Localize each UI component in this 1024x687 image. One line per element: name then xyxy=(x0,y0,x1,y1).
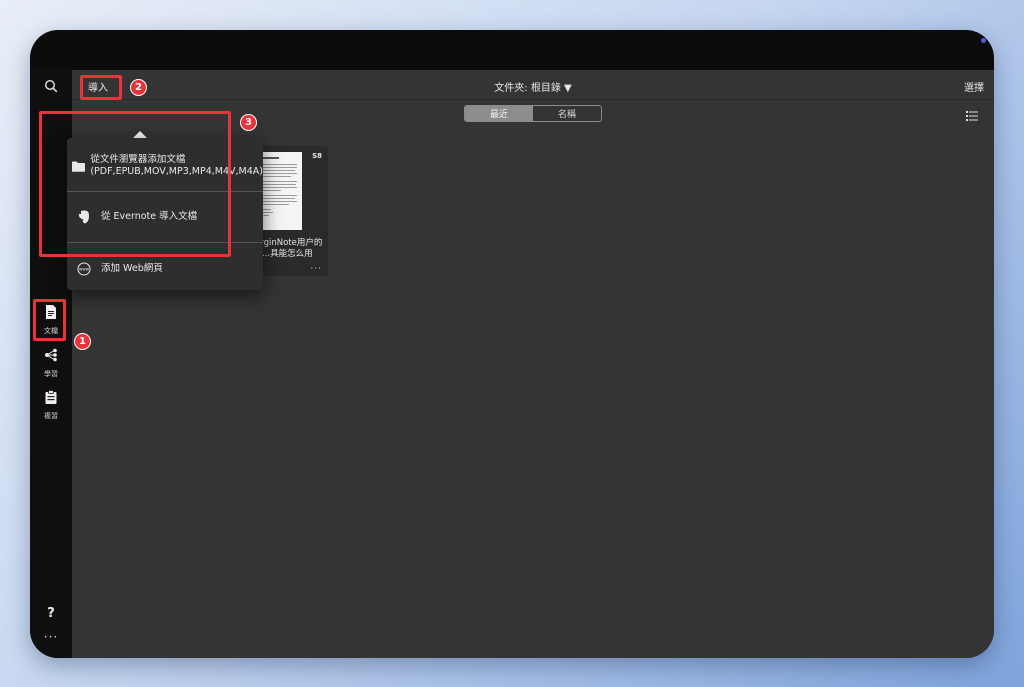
www-icon: www xyxy=(67,262,101,276)
search-icon xyxy=(44,78,58,97)
sidebar-item-label: 複習 xyxy=(44,412,58,420)
more-icon: ··· xyxy=(43,630,59,644)
step-2-badge: 2 xyxy=(130,79,147,96)
menu-item-label: 添加 Web網頁 xyxy=(101,263,163,274)
step-1-badge: 1 xyxy=(74,333,91,350)
help-button[interactable]: ? xyxy=(30,606,72,621)
folder-selector[interactable]: 文件夾: 根目錄 ▼ xyxy=(72,79,994,94)
more-button[interactable]: ··· xyxy=(30,630,72,644)
camera-dot xyxy=(981,38,986,43)
document-count-badge: S8 xyxy=(312,152,322,160)
highlight-documents-tab xyxy=(33,299,66,341)
document-more-button[interactable]: ··· xyxy=(310,264,322,274)
highlight-import-button xyxy=(80,75,122,100)
tablet-frame: 文檔 學習 複習 ? ··· 導入 文件夾: 根目錄 ▼ 選擇 最近 名稱 S8… xyxy=(30,30,994,658)
select-button[interactable]: 選擇 xyxy=(964,79,984,94)
list-view-icon[interactable] xyxy=(966,106,978,125)
sort-recent-tab[interactable]: 最近 xyxy=(465,106,533,121)
sidebar-search-button[interactable] xyxy=(30,78,72,97)
sidebar-item-label: 學習 xyxy=(44,370,58,378)
sidebar-item-study[interactable]: 學習 xyxy=(30,347,72,379)
clipboard-icon xyxy=(45,389,57,408)
sidebar-item-review[interactable]: 複習 xyxy=(30,389,72,421)
highlight-import-menu xyxy=(39,111,231,257)
step-3-badge: 3 xyxy=(240,114,257,131)
mindmap-icon xyxy=(44,347,58,366)
sort-name-tab[interactable]: 名稱 xyxy=(533,106,601,121)
sort-segmented-control: 最近 名稱 xyxy=(464,105,602,122)
help-icon: ? xyxy=(47,606,55,621)
top-bar: 導入 文件夾: 根目錄 ▼ 選擇 xyxy=(72,70,994,100)
svg-text:www: www xyxy=(79,267,90,272)
